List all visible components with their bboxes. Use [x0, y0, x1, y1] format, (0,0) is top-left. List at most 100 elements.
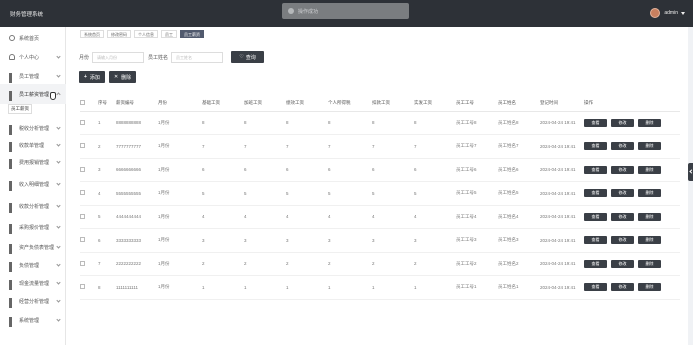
table-cell: 1	[372, 275, 414, 300]
table-cell: 3	[286, 228, 328, 253]
query-button[interactable]: ♡ 查询	[231, 51, 265, 63]
employee-name-input[interactable]: 员工姓名	[171, 51, 224, 63]
view-button[interactable]: 查看	[584, 236, 607, 245]
user-menu[interactable]: admin	[650, 8, 685, 18]
grid-icon	[9, 181, 15, 191]
view-button[interactable]: 查看	[584, 189, 607, 198]
edit-button[interactable]: 修改	[611, 212, 634, 221]
table-cell: 8888888888	[116, 111, 158, 135]
row-checkbox[interactable]	[80, 213, 85, 219]
sidebar-item-profile[interactable]: 个人中心	[0, 47, 66, 67]
tab-employee[interactable]: 员工	[161, 30, 177, 38]
view-button[interactable]: 查看	[584, 283, 607, 292]
view-button[interactable]: 查看	[584, 142, 607, 151]
add-button[interactable]: + 添加	[79, 71, 105, 83]
sidebar-subitem-salary[interactable]: 员工薪资	[8, 104, 32, 114]
row-checkbox[interactable]	[80, 284, 85, 290]
plus-icon: +	[84, 74, 87, 80]
edit-button[interactable]: 修改	[611, 283, 634, 292]
row-checkbox[interactable]	[80, 190, 85, 196]
row-checkbox[interactable]	[80, 166, 85, 172]
table-row: 6 3333333333 1月份 3 3 3 3 3 3 员工工号3 员工姓名3 2024-04-24…	[80, 228, 680, 253]
avatar[interactable]	[650, 8, 661, 18]
view-button[interactable]: 查看	[584, 165, 607, 174]
delete-button-label: 删除	[121, 74, 132, 81]
sidebar-item-system[interactable]: 系统管理	[0, 310, 66, 330]
edit-button[interactable]: 修改	[611, 259, 634, 268]
row-checkbox[interactable]	[80, 143, 85, 149]
table-cell: 2024-04-24 19:41	[540, 205, 584, 229]
user-icon	[9, 54, 15, 60]
edit-button[interactable]: 修改	[611, 236, 634, 245]
sidebar-item-receipt-analysis[interactable]: 收款分析管理	[0, 196, 66, 216]
tab-home[interactable]: 系统首页	[80, 30, 104, 38]
salary-table: 序号 薪资编号 月份 基础工资 加班工资 绩效工资 个人所得税 扣款工资 实发工…	[80, 95, 680, 300]
view-button[interactable]: 查看	[584, 212, 607, 221]
delete-row-button[interactable]: 删除	[638, 259, 661, 268]
sidebar-item-income[interactable]: 收入明细管理	[0, 174, 66, 194]
sidebar-item-salary[interactable]: 员工薪资管理	[0, 84, 66, 104]
row-checkbox[interactable]	[80, 260, 85, 266]
sidebar-item-label: 个人中心	[19, 54, 40, 61]
table-cell: 员工姓名3	[498, 228, 540, 253]
edit-button[interactable]: 修改	[611, 118, 634, 127]
delete-button[interactable]: ✕ 删除	[108, 71, 137, 83]
sidebar-item-cashflow[interactable]: 现金流量管理	[0, 273, 66, 293]
sidebar-item-label: 收款分析管理	[19, 203, 50, 210]
breadcrumb: 系统首页 修改密码 个人信息 员工 员工薪资	[80, 27, 204, 41]
table-cell: 员工姓名7	[498, 134, 540, 159]
sidebar-item-purchase[interactable]: 采购报价管理	[0, 217, 66, 237]
table-cell: 2222222222	[116, 252, 158, 276]
table-row: 4 5555555555 1月份 5 5 5 5 5 5 员工工号5 员工姓名5 2024-04-24…	[80, 181, 680, 206]
table-cell: 4444444444	[116, 205, 158, 229]
table-cell: 4	[372, 205, 414, 229]
sidebar-item-balance[interactable]: 资产负债表管理	[0, 237, 66, 257]
username[interactable]: admin	[664, 10, 678, 16]
sidebar-item-operation[interactable]: 经营分析管理	[0, 291, 66, 311]
table-cell: 4	[286, 205, 328, 229]
edit-button[interactable]: 修改	[611, 165, 634, 174]
grid-icon	[9, 203, 15, 213]
tab-password[interactable]: 修改密码	[107, 30, 131, 38]
table-cell: 7	[286, 134, 328, 159]
edit-button[interactable]: 修改	[611, 142, 634, 151]
table-row: 8 1111111111 1月份 1 1 1 1 1 1 员工工号1 员工姓名1 2024-04-24…	[80, 275, 680, 300]
edit-button[interactable]: 修改	[611, 189, 634, 198]
tab-profile[interactable]: 个人信息	[134, 30, 158, 38]
sidebar-item-employee[interactable]: 员工管理	[0, 66, 66, 86]
chevron-down-icon	[56, 262, 61, 267]
sidebar-item-expense[interactable]: 费用报销管理	[0, 152, 66, 172]
sidebar-item-label: 资产负债表管理	[19, 244, 55, 251]
select-all-checkbox[interactable]	[80, 99, 85, 105]
view-button[interactable]: 查看	[584, 118, 607, 127]
delete-row-button[interactable]: 删除	[638, 118, 661, 127]
delete-row-button[interactable]: 删除	[638, 283, 661, 292]
table-cell: 6	[414, 158, 456, 182]
month-input[interactable]: 请输入月份	[92, 51, 145, 63]
view-button[interactable]: 查看	[584, 259, 607, 268]
column-header: 序号	[98, 95, 116, 112]
table-cell: 8	[244, 111, 286, 135]
table-cell: 1月份	[158, 181, 202, 206]
sidebar-item-label: 负债管理	[19, 262, 40, 269]
tab-salary[interactable]: 员工薪资	[180, 30, 204, 38]
table-cell: 员工工号4	[456, 205, 498, 229]
side-collapse-tab[interactable]	[688, 163, 693, 181]
row-checkbox[interactable]	[80, 119, 85, 125]
table-cell: 5555555555	[116, 181, 158, 206]
sidebar-item-liability[interactable]: 负债管理	[0, 255, 66, 275]
delete-row-button[interactable]: 删除	[638, 165, 661, 174]
table-cell: 5	[244, 181, 286, 206]
delete-row-button[interactable]: 删除	[638, 189, 661, 198]
row-checkbox[interactable]	[80, 237, 85, 243]
sidebar-item-home[interactable]: 系统首页	[0, 28, 66, 48]
chevron-down-icon[interactable]	[681, 11, 685, 15]
table-cell: 员工工号3	[456, 228, 498, 253]
table-row: 3 6666666666 1月份 6 6 6 6 6 6 员工工号6 员工姓名6 2024-04-24…	[80, 158, 680, 182]
toast-text: 操作成功	[298, 8, 319, 15]
delete-row-button[interactable]: 删除	[638, 236, 661, 245]
delete-row-button[interactable]: 删除	[638, 142, 661, 151]
delete-row-button[interactable]: 删除	[638, 212, 661, 221]
table-cell: 7	[202, 134, 244, 159]
table-cell: 1	[286, 275, 328, 300]
